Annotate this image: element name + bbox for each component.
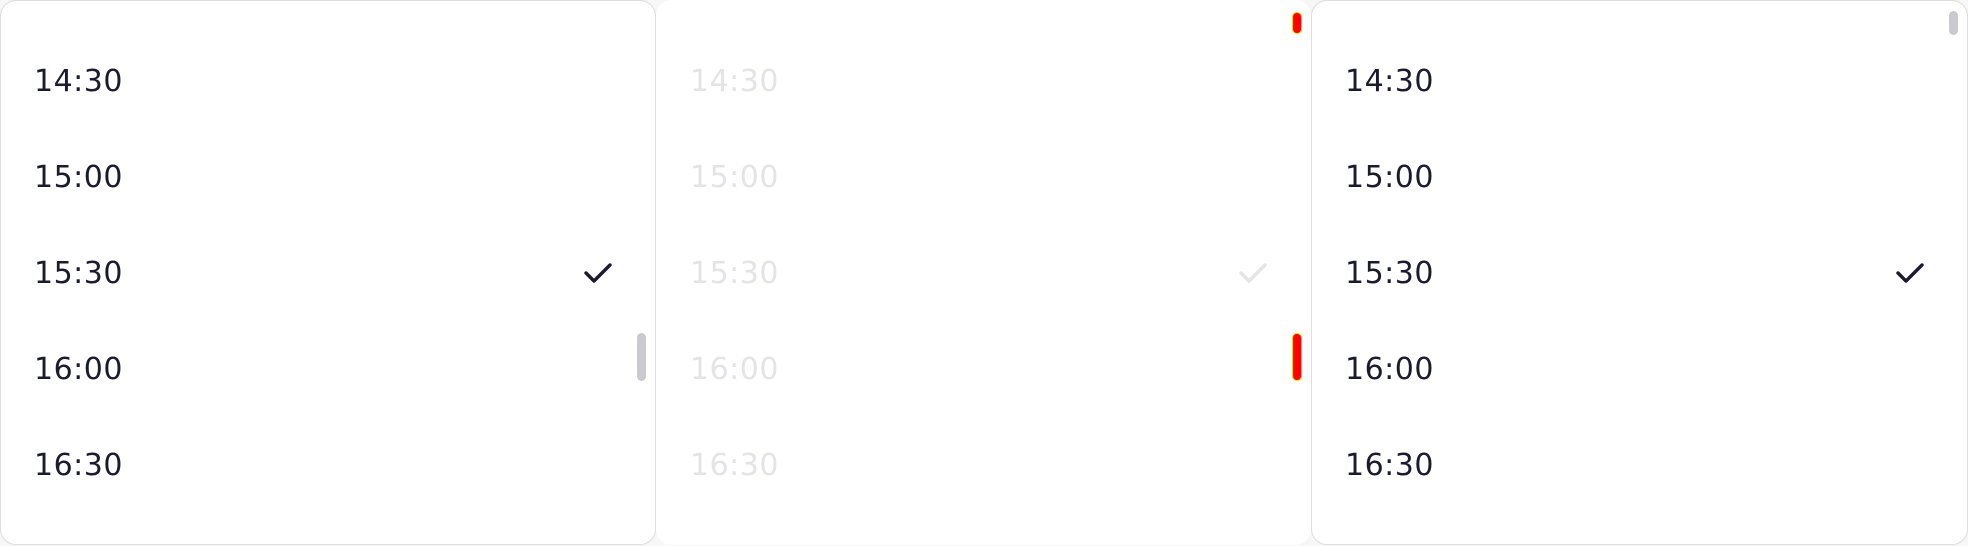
time-option[interactable]: 14:30 [1, 33, 655, 129]
time-option-label: 15:30 [1345, 255, 1434, 291]
time-option: 16:00 [657, 321, 1310, 417]
time-option-label: 15:00 [1345, 159, 1434, 195]
check-icon [1895, 260, 1925, 286]
time-option[interactable]: 16:00 [1312, 321, 1967, 417]
time-option-label: 15:00 [34, 159, 123, 195]
time-option[interactable]: 16:30 [1312, 417, 1967, 513]
check-icon [583, 260, 613, 286]
time-option-selected[interactable]: 15:30 [1312, 225, 1967, 321]
time-option-label: 14:30 [1345, 63, 1434, 99]
time-option[interactable]: 14:30 [1312, 33, 1967, 129]
scrollbar-marker [1293, 13, 1301, 33]
time-option-label: 16:00 [34, 351, 123, 387]
time-option-label: 16:30 [690, 447, 779, 483]
time-option: 16:30 [657, 417, 1310, 513]
time-option[interactable]: 15:00 [1312, 129, 1967, 225]
time-option[interactable]: 15:00 [1, 129, 655, 225]
time-option-label: 16:00 [690, 351, 779, 387]
time-option-selected: 15:30 [657, 225, 1310, 321]
time-option-label: 16:00 [1345, 351, 1434, 387]
time-listbox[interactable]: 14:30 15:00 15:30 16:00 16:30 [1311, 0, 1968, 545]
scrollbar-thumb[interactable] [1949, 11, 1958, 35]
time-option: 15:00 [657, 129, 1310, 225]
check-icon [1238, 260, 1268, 286]
time-option-label: 15:30 [690, 255, 779, 291]
time-option-label: 15:30 [34, 255, 123, 291]
time-option-selected[interactable]: 15:30 [1, 225, 655, 321]
time-option: 14:30 [657, 33, 1310, 129]
time-option-label: 14:30 [690, 63, 779, 99]
time-option-label: 15:00 [690, 159, 779, 195]
scrollbar-thumb [1293, 334, 1301, 380]
time-option-label: 14:30 [34, 63, 123, 99]
time-option-label: 16:30 [34, 447, 123, 483]
time-option[interactable]: 16:30 [1, 417, 655, 513]
time-listbox-disabled: 14:30 15:00 15:30 16:00 16:30 [656, 0, 1311, 545]
time-option-label: 16:30 [1345, 447, 1434, 483]
time-option[interactable]: 16:00 [1, 321, 655, 417]
time-listbox[interactable]: 14:30 15:00 15:30 16:00 16:30 [0, 0, 656, 545]
scrollbar-thumb[interactable] [637, 333, 646, 381]
